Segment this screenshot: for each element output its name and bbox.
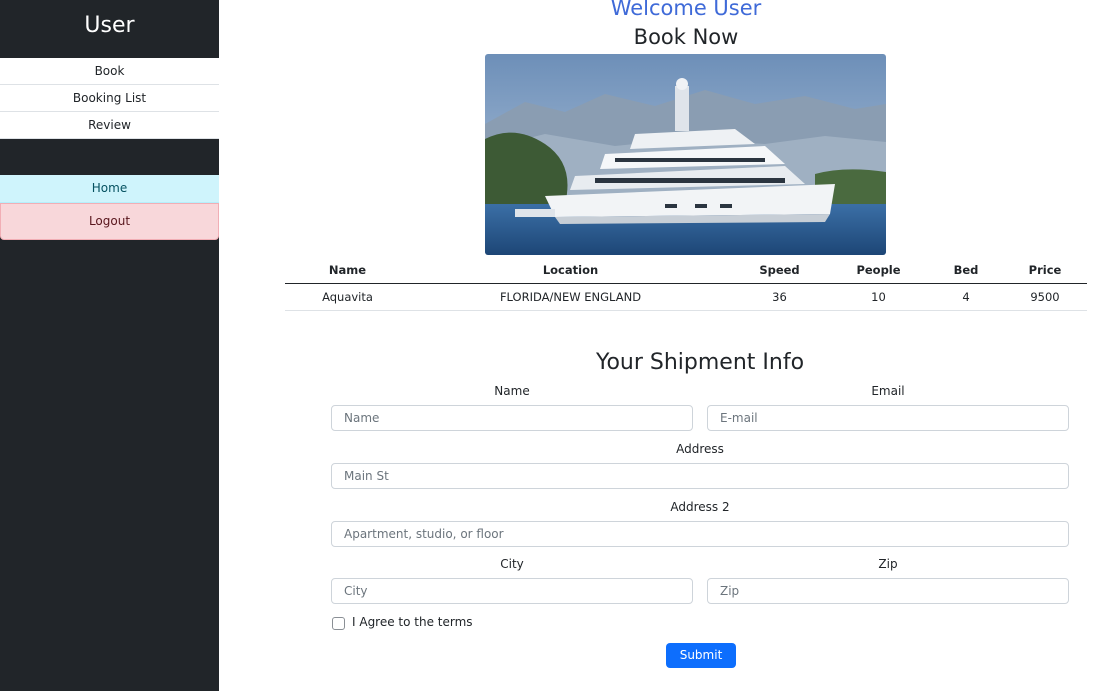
cell-price: 9500 (1003, 283, 1087, 311)
yacht-table: Name Location Speed People Bed Price Aqu… (285, 258, 1087, 311)
cell-location: FLORIDA/NEW ENGLAND (410, 283, 731, 311)
terms-label: I Agree to the terms (352, 615, 473, 629)
column-header-people: People (828, 258, 929, 284)
sidebar: User Book Booking List Review Home Logou… (0, 0, 219, 691)
address2-label: Address 2 (670, 500, 730, 514)
column-header-location: Location (410, 258, 731, 284)
address-label: Address (676, 442, 724, 456)
submit-button[interactable]: Submit (666, 643, 736, 668)
column-header-price: Price (1003, 258, 1087, 284)
name-label: Name (494, 384, 530, 398)
column-header-speed: Speed (731, 258, 828, 284)
book-now-heading: Book Now (633, 25, 739, 49)
zip-input[interactable]: Zip (707, 578, 1069, 604)
zip-label: Zip (878, 557, 898, 571)
email-label: Email (871, 384, 905, 398)
sidebar-item-book[interactable]: Book (0, 58, 219, 85)
column-header-bed: Bed (929, 258, 1003, 284)
terms-checkbox[interactable] (332, 617, 345, 630)
home-button[interactable]: Home (0, 175, 219, 203)
cell-speed: 36 (731, 283, 828, 311)
cell-name: Aquavita (285, 283, 410, 311)
city-input[interactable]: City (331, 578, 693, 604)
sidebar-brand: User (84, 13, 135, 38)
cell-bed: 4 (929, 283, 1003, 311)
shipment-info-title: Your Shipment Info (595, 350, 805, 375)
yacht-image (485, 54, 886, 255)
address-input[interactable]: Main St (331, 463, 1069, 489)
welcome-heading: Welcome User (610, 0, 762, 20)
sidebar-item-review[interactable]: Review (0, 112, 219, 139)
email-input[interactable]: E-mail (707, 405, 1069, 431)
sidebar-item-booking-list[interactable]: Booking List (0, 85, 219, 112)
table-row: Aquavita FLORIDA/NEW ENGLAND 36 10 4 950… (285, 283, 1087, 311)
city-label: City (500, 557, 524, 571)
address2-input[interactable]: Apartment, studio, or floor (331, 521, 1069, 547)
name-input[interactable]: Name (331, 405, 693, 431)
logout-button[interactable]: Logout (0, 203, 219, 240)
main-content: Welcome User Book Now Name Location Spee… (219, 0, 1093, 691)
column-header-name: Name (285, 258, 410, 284)
cell-people: 10 (828, 283, 929, 311)
